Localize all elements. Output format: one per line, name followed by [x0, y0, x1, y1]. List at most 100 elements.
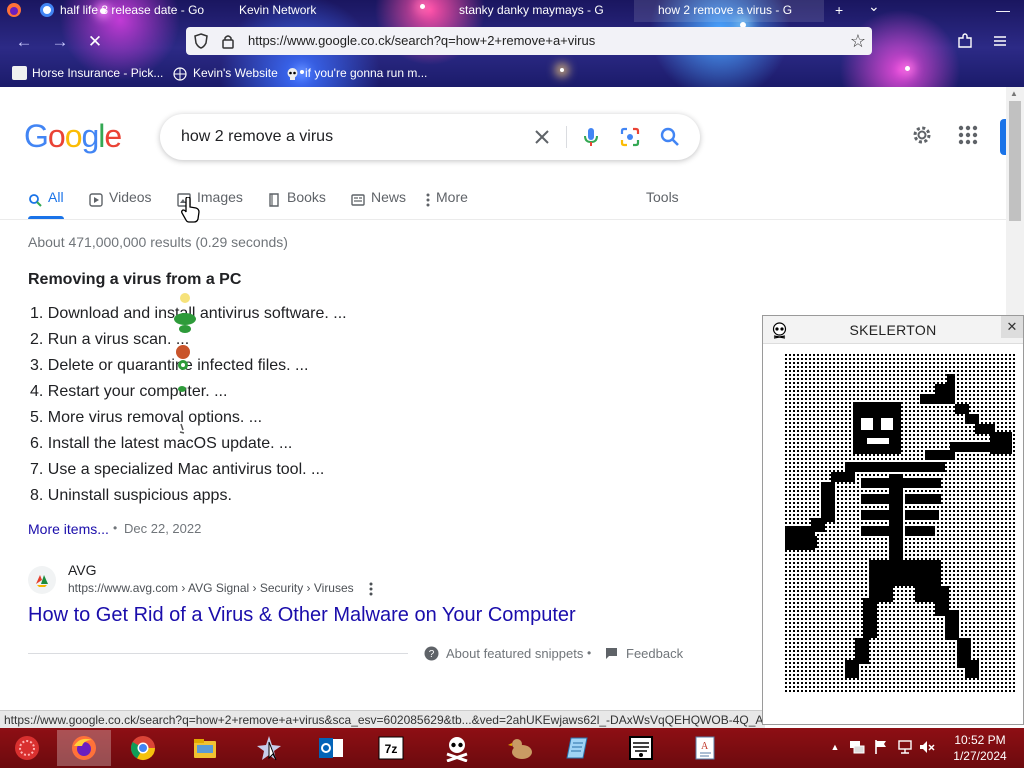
more-vertical-icon: [426, 190, 440, 207]
taskbar-pointer-app[interactable]: [242, 730, 296, 766]
bookmark-label: if you're gonna run m...: [305, 66, 428, 80]
taskbar-chrome[interactable]: [116, 730, 170, 766]
tab-label: Books: [287, 189, 326, 205]
duck-icon: [508, 739, 532, 759]
microphone-icon[interactable]: [579, 125, 603, 149]
bookmark-label: Kevin's Website: [193, 66, 278, 80]
menu-icon[interactable]: [993, 34, 1007, 48]
scroll-up-icon[interactable]: ▲: [1010, 89, 1018, 98]
tab-kevin-network[interactable]: Kevin Network: [215, 0, 425, 22]
taskbar-outlook[interactable]: [304, 730, 358, 766]
apps-grid-icon[interactable]: [955, 122, 981, 148]
globe-icon: [173, 66, 188, 81]
taskbar-notepad-app[interactable]: [552, 730, 606, 766]
bookmark-kevins-website[interactable]: Kevin's Website: [173, 62, 278, 84]
bookmark-horse-insurance[interactable]: Horse Insurance - Pick...: [12, 62, 163, 84]
tabs-divider: [0, 219, 1006, 220]
settings-gear-icon[interactable]: [909, 122, 935, 148]
dancing-skeleton-image: [785, 354, 1015, 694]
new-tab-button[interactable]: +: [835, 0, 843, 20]
browser-chrome: half life 3 release date - Go Kevin Netw…: [0, 0, 1024, 87]
skelerton-window[interactable]: SKELERTON ✕: [762, 315, 1024, 725]
taskbar-firefox[interactable]: [57, 730, 111, 766]
tab-all[interactable]: All: [28, 185, 64, 219]
network-icon[interactable]: [896, 738, 914, 756]
svg-text:A: A: [701, 741, 709, 752]
bookmarks-bar: Horse Insurance - Pick... Kevin's Websit…: [0, 62, 1024, 84]
result-site-name[interactable]: AVG: [68, 562, 97, 578]
start-button[interactable]: [0, 730, 54, 766]
tab-label: News: [371, 189, 407, 205]
skelerton-titlebar[interactable]: SKELERTON ✕: [763, 316, 1023, 344]
search-tabs: All Videos Images Books News More Tools: [0, 185, 1006, 219]
tab-how-2-remove[interactable]: how 2 remove a virus - G: [634, 0, 824, 22]
snippet-footer-divider: [28, 653, 408, 654]
system-clock[interactable]: 10:52 PM 1/27/2024: [940, 732, 1020, 764]
taskbar-skull-app[interactable]: [430, 730, 484, 766]
scrollbar-thumb[interactable]: [1009, 101, 1021, 221]
back-icon[interactable]: ←: [12, 30, 36, 54]
result-title-link[interactable]: How to Get Rid of a Virus & Other Malwar…: [28, 604, 576, 627]
windows-taskbar: 7z A ▲ 10:52 PM 1/27/2024: [0, 728, 1024, 768]
tab-more[interactable]: More: [420, 185, 468, 209]
logo-letter: o: [47, 118, 66, 154]
tab-label: Videos: [109, 189, 152, 205]
address-bar[interactable]: https://www.google.co.ck/search?q=how+2+…: [186, 27, 872, 55]
bookmark-star-icon[interactable]: ☆: [850, 30, 866, 52]
volume-muted-icon[interactable]: [918, 738, 936, 756]
clock-date: 1/27/2024: [953, 749, 1007, 763]
separator-dot: •: [113, 521, 118, 535]
url-text[interactable]: https://www.google.co.ck/search?q=how+2+…: [248, 27, 595, 55]
tools-button[interactable]: Tools: [646, 185, 679, 209]
search-query-text[interactable]: how 2 remove a virus: [181, 114, 333, 160]
bookmark-gonna-run[interactable]: if you're gonna run m...: [285, 62, 427, 84]
more-items-link[interactable]: More items...: [28, 521, 109, 537]
svg-text:?: ?: [429, 649, 435, 660]
clear-search-icon[interactable]: [530, 125, 554, 149]
avg-favicon[interactable]: [28, 566, 56, 594]
taskbar-7zip[interactable]: 7z: [364, 730, 418, 766]
tray-chevron-icon[interactable]: ▲: [826, 738, 844, 756]
tab-label: More: [436, 189, 468, 205]
feedback-label: Feedback: [626, 646, 684, 661]
tab-label: Images: [197, 189, 243, 205]
forward-icon[interactable]: →: [48, 30, 72, 54]
tracking-shield-icon[interactable]: [194, 33, 208, 49]
action-center-flag-icon[interactable]: [872, 738, 890, 756]
google-lens-icon[interactable]: [618, 125, 642, 149]
tab-stanky-danky[interactable]: stanky danky maymays - G: [435, 0, 625, 22]
taskbar-file-explorer[interactable]: [178, 730, 232, 766]
do-not-disturb-sign-icon: [629, 736, 653, 760]
tab-list-button[interactable]: ⌄: [868, 0, 880, 16]
taskbar-duck-app[interactable]: [494, 730, 548, 766]
google-logo[interactable]: Google: [24, 118, 122, 155]
minimize-button[interactable]: —: [996, 0, 1010, 20]
network-drives-icon[interactable]: [848, 738, 866, 756]
result-options-icon[interactable]: [364, 581, 378, 597]
tab-strip: half life 3 release date - Go Kevin Netw…: [0, 0, 1024, 22]
taskbar-do-not-disturb[interactable]: [614, 730, 668, 766]
bookmark-label: Horse Insurance - Pick...: [32, 66, 164, 80]
search-icon[interactable]: [658, 125, 682, 149]
video-icon: [89, 190, 103, 207]
close-button[interactable]: ✕: [1001, 316, 1023, 338]
desktop-critters: [172, 292, 202, 442]
tab-videos[interactable]: Videos: [89, 185, 152, 209]
7zip-icon: 7z: [378, 736, 404, 760]
taskbar-wordpad[interactable]: A: [678, 730, 732, 766]
search-box[interactable]: how 2 remove a virus: [160, 114, 700, 160]
star-cursor-icon: [257, 736, 281, 761]
about-featured-snippets-link[interactable]: ? About featured snippets: [424, 646, 583, 661]
tab-books[interactable]: Books: [267, 185, 326, 209]
outlook-icon: [319, 738, 343, 758]
tab-news[interactable]: News: [351, 185, 406, 209]
result-url[interactable]: https://www.avg.com › AVG Signal › Secur…: [68, 581, 354, 595]
stop-loading-icon[interactable]: ✕: [83, 30, 107, 54]
logo-letter: G: [24, 118, 49, 154]
svg-text:7z: 7z: [385, 742, 398, 756]
tab-half-life[interactable]: half life 3 release date - Go: [36, 0, 232, 22]
extensions-icon[interactable]: [957, 33, 973, 49]
lock-icon[interactable]: [221, 33, 235, 49]
feedback-link[interactable]: Feedback: [606, 646, 684, 661]
book-icon: [267, 190, 281, 207]
